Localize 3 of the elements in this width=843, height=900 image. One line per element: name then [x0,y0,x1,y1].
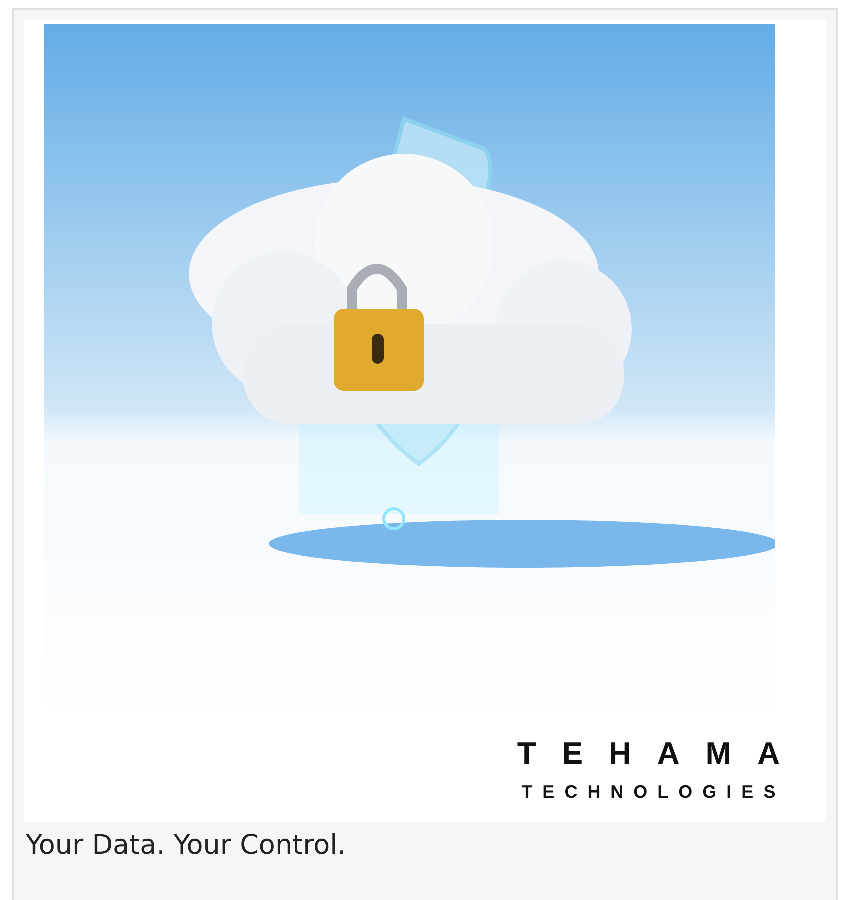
logo-tagline: TECHNOLOGIES [522,781,786,804]
logo-wordmark: TEHAMA [517,736,806,772]
figure-caption: Your Data. Your Control. [25,829,348,863]
